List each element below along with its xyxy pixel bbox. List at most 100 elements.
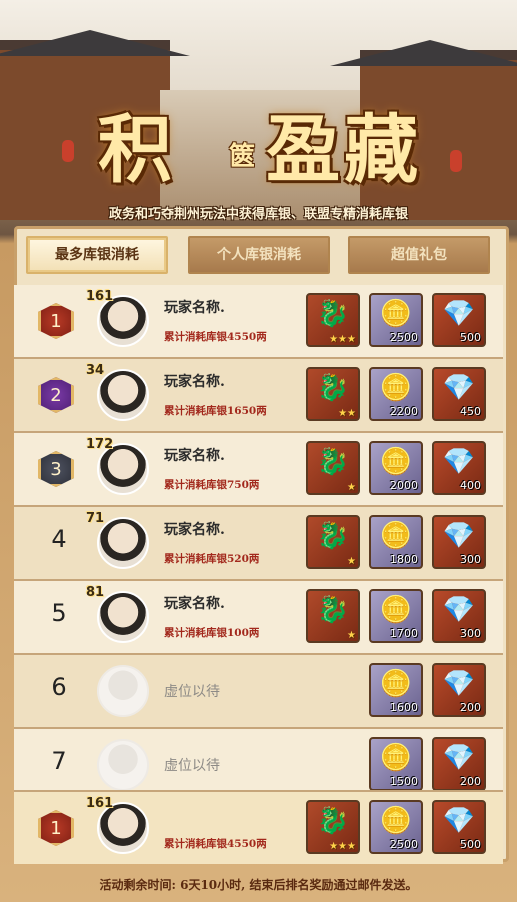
green-gem-icon: 💎	[442, 299, 476, 329]
my-ranking-row[interactable]: 1 161 累计消耗库银4550两 🐉 ★★★ 🪙 2500 💎 500	[14, 790, 503, 864]
silver-quantity: 2500	[390, 331, 418, 344]
event-subtitle: 政务和巧夺荆州玩法中获得库银、联盟专精消耗库银	[108, 207, 408, 222]
reward-gold-item[interactable]: 🐉 ★	[306, 441, 360, 495]
green-gem-icon: 💎	[442, 447, 476, 477]
dragon-token-icon: 🐉	[316, 373, 350, 403]
reward-silver-item[interactable]: 🪙 1700	[369, 589, 423, 643]
avatar-placeholder	[97, 665, 149, 717]
rank-number: 5	[51, 599, 67, 627]
avatar[interactable]	[97, 369, 149, 421]
gem-quantity: 300	[460, 627, 481, 640]
reward-gem-item[interactable]: 💎 300	[432, 515, 486, 569]
player-level: 34	[86, 363, 105, 378]
player-name: 玩家名称.	[164, 300, 225, 316]
star-rating: ★	[347, 556, 356, 567]
star-rating: ★★★	[329, 841, 356, 852]
gem-quantity: 450	[460, 405, 481, 418]
avatar[interactable]	[97, 591, 149, 643]
gem-quantity: 500	[460, 838, 481, 851]
roof-right	[330, 40, 517, 66]
event-countdown: 活动剩余时间: 6天10小时, 结束后排名奖励通过邮件发送。	[99, 878, 418, 892]
player-level: 161	[86, 289, 114, 304]
tab-most-silver-consumed[interactable]: 最多库银消耗	[26, 236, 168, 274]
silver-quantity: 1600	[390, 701, 418, 714]
reward-gold-item[interactable]: 🐉 ★★★	[306, 800, 360, 854]
gem-quantity: 500	[460, 331, 481, 344]
gem-quantity: 400	[460, 479, 481, 492]
green-gem-icon: 💎	[442, 806, 476, 836]
silver-spent: 累计消耗库银520两	[164, 553, 260, 565]
tab-value-pack[interactable]: 超值礼包	[348, 236, 490, 274]
avatar-placeholder	[97, 739, 149, 791]
tab-bar: 最多库银消耗 个人库银消耗 超值礼包	[14, 229, 503, 281]
silver-quantity: 1700	[390, 627, 418, 640]
silver-ingot-icon: 🪙	[379, 595, 413, 625]
avatar[interactable]	[97, 517, 149, 569]
silver-ingot-icon: 🪙	[379, 299, 413, 329]
roof-left	[0, 30, 190, 56]
reward-gem-item[interactable]: 💎 500	[432, 293, 486, 347]
dragon-token-icon: 🐉	[316, 299, 350, 329]
title-chars-right: 盈藏	[266, 107, 423, 193]
ranking-row[interactable]: 5 81 玩家名称. 累计消耗库银100两 🐉 ★ 🪙 1700 💎 300	[14, 581, 503, 655]
reward-gold-item[interactable]: 🐉 ★★	[306, 367, 360, 421]
tab-personal-silver-consumed[interactable]: 个人库银消耗	[188, 236, 330, 274]
reward-silver-item[interactable]: 🪙 2000	[369, 441, 423, 495]
star-rating: ★	[347, 630, 356, 641]
silver-ingot-icon: 🪙	[379, 447, 413, 477]
ranking-row[interactable]: 4 71 玩家名称. 累计消耗库银520两 🐉 ★ 🪙 1800 💎 300	[14, 507, 503, 581]
reward-gold-item[interactable]: 🐉 ★	[306, 515, 360, 569]
silver-ingot-icon: 🪙	[379, 521, 413, 551]
green-gem-icon: 💎	[442, 743, 476, 773]
green-gem-icon: 💎	[442, 521, 476, 551]
reward-silver-item[interactable]: 🪙 1800	[369, 515, 423, 569]
reward-gem-item[interactable]: 💎 200	[432, 737, 486, 791]
reward-gem-item[interactable]: 💎 400	[432, 441, 486, 495]
reward-silver-item[interactable]: 🪙 2500	[369, 800, 423, 854]
rank-badge: 1	[38, 303, 74, 339]
silver-spent: 累计消耗库银4550两	[164, 331, 267, 343]
player-name: 玩家名称.	[164, 448, 225, 464]
player-name: 玩家名称.	[164, 522, 225, 538]
player-name: 玩家名称.	[164, 596, 225, 612]
silver-ingot-icon: 🪙	[379, 669, 413, 699]
ranking-list: 1 161 玩家名称. 累计消耗库银4550两 🐉 ★★★ 🪙 2500 💎 5…	[14, 285, 503, 803]
dragon-token-icon: 🐉	[316, 521, 350, 551]
rank-badge: 1	[38, 810, 74, 846]
silver-ingot-icon: 🪙	[379, 743, 413, 773]
star-rating: ★★	[338, 408, 356, 419]
dragon-token-icon: 🐉	[316, 806, 350, 836]
reward-gem-item[interactable]: 💎 200	[432, 663, 486, 717]
silver-spent: 累计消耗库银1650两	[164, 405, 267, 417]
event-title: 积 盈藏 篋	[60, 100, 460, 210]
ranking-row[interactable]: 1 161 玩家名称. 累计消耗库银4550两 🐉 ★★★ 🪙 2500 💎 5…	[14, 285, 503, 359]
reward-silver-item[interactable]: 🪙 2500	[369, 293, 423, 347]
silver-spent: 累计消耗库银750两	[164, 479, 260, 491]
reward-gold-item[interactable]: 🐉 ★	[306, 589, 360, 643]
player-level: 71	[86, 511, 105, 526]
silver-quantity: 2200	[390, 405, 418, 418]
reward-gem-item[interactable]: 💎 300	[432, 589, 486, 643]
reward-silver-item[interactable]: 🪙 1600	[369, 663, 423, 717]
ranking-row[interactable]: 2 34 玩家名称. 累计消耗库银1650两 🐉 ★★ 🪙 2200 💎 450	[14, 359, 503, 433]
event-page: 积 盈藏 篋 政务和巧夺荆州玩法中获得库银、联盟专精消耗库银 最多库银消耗 个人…	[0, 0, 517, 902]
reward-gem-item[interactable]: 💎 500	[432, 800, 486, 854]
green-gem-icon: 💎	[442, 373, 476, 403]
rank-number: 4	[51, 525, 67, 553]
silver-spent: 累计消耗库银100两	[164, 627, 260, 639]
ranking-row-empty: 6 虚位以待 🪙 1600 💎 200	[14, 655, 503, 729]
reward-silver-item[interactable]: 🪙 2200	[369, 367, 423, 421]
dragon-token-icon: 🐉	[316, 447, 350, 477]
reward-gold-item[interactable]: 🐉 ★★★	[306, 293, 360, 347]
silver-quantity: 2000	[390, 479, 418, 492]
silver-spent: 累计消耗库银4550两	[164, 838, 267, 850]
reward-silver-item[interactable]: 🪙 1500	[369, 737, 423, 791]
reward-gem-item[interactable]: 💎 450	[432, 367, 486, 421]
vacant-slot-label: 虚位以待	[164, 758, 220, 774]
rank-number: 7	[51, 747, 67, 775]
player-name: 玩家名称.	[164, 374, 225, 390]
dragon-token-icon: 🐉	[316, 595, 350, 625]
gem-quantity: 300	[460, 553, 481, 566]
title-char-left: 积	[97, 107, 176, 193]
ranking-row[interactable]: 3 172 玩家名称. 累计消耗库银750两 🐉 ★ 🪙 2000 💎 400	[14, 433, 503, 507]
